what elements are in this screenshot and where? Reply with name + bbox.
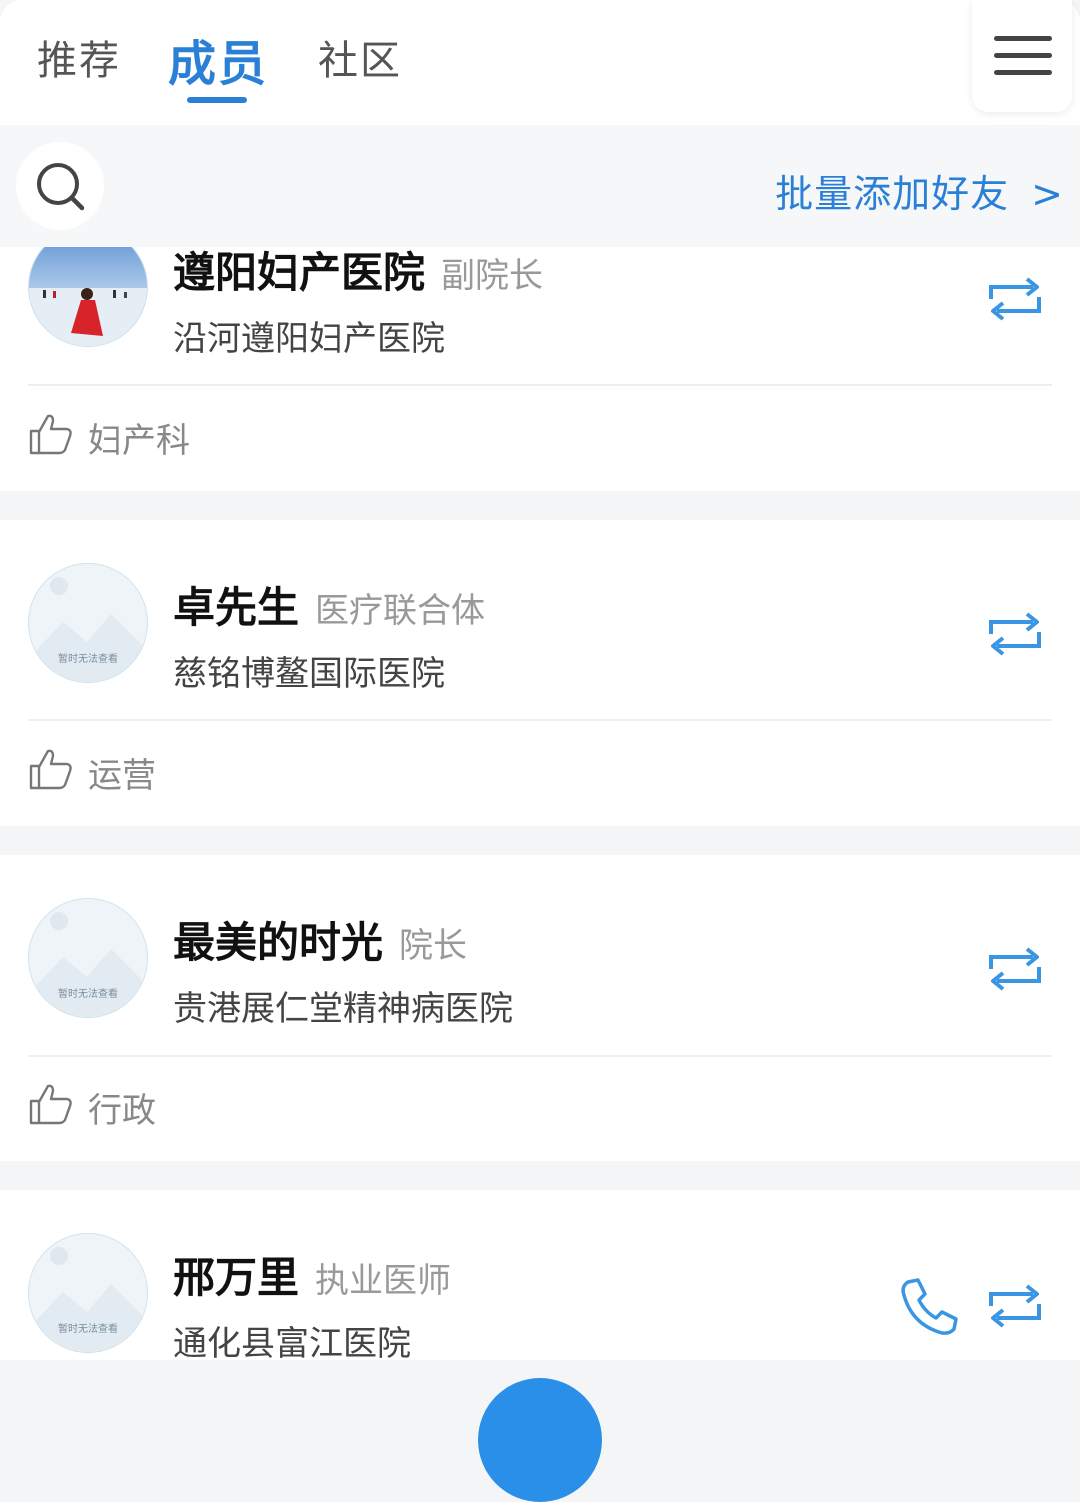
member-dept: 行政 <box>88 1091 156 1131</box>
divider <box>28 719 1052 721</box>
thumbs-up-icon <box>29 749 72 790</box>
top-tab-bar: 推荐 成员 社区 <box>0 0 1080 125</box>
tab-community[interactable]: 社区 <box>318 28 402 86</box>
member-name: 卓先生 医疗联合体 <box>173 574 485 635</box>
member-card[interactable]: 暂时无法查看 卓先生 医疗联合体 慈铭博鳌国际医院 运营 <box>0 520 1080 826</box>
member-role: 医疗联合体 <box>315 591 486 631</box>
chevron-right-icon: > <box>1031 172 1064 216</box>
member-dept: 运营 <box>88 756 156 796</box>
member-card[interactable]: 暂时无法查看 邢万里 执业医师 通化县富江医院 <box>0 1190 1080 1360</box>
member-name: 邢万里 执业医师 <box>173 1244 451 1305</box>
divider <box>28 1055 1052 1057</box>
avatar-placeholder-text: 暂时无法查看 <box>58 1324 118 1335</box>
member-card[interactable]: 暂时无法查看 最美的时光 院长 贵港展仁堂精神病医院 行政 <box>0 855 1080 1161</box>
transfer-icon[interactable] <box>985 604 1045 664</box>
tab-recommend[interactable]: 推荐 <box>37 28 121 86</box>
avatar-photo <box>29 247 147 346</box>
phone-icon[interactable] <box>898 1276 960 1338</box>
divider <box>28 384 1052 386</box>
batch-add-friends-link[interactable]: 批量添加好友 > <box>775 163 1064 218</box>
member-name: 遵阳妇产医院 副院长 <box>173 247 543 300</box>
transfer-icon[interactable] <box>985 269 1045 329</box>
avatar-placeholder-text: 暂时无法查看 <box>58 654 118 665</box>
menu-button[interactable] <box>972 0 1072 112</box>
member-name-text: 卓先生 <box>173 583 300 632</box>
member-role: 执业医师 <box>315 1261 452 1301</box>
search-row: 批量添加好友 > <box>0 125 1080 247</box>
avatar[interactable] <box>28 247 148 347</box>
avatar-placeholder-text: 暂时无法查看 <box>58 989 118 1000</box>
member-org: 贵港展仁堂精神病医院 <box>173 989 513 1029</box>
floating-action-button[interactable] <box>478 1378 602 1502</box>
member-name: 最美的时光 院长 <box>173 909 467 970</box>
member-card[interactable]: 遵阳妇产医院 副院长 沿河遵阳妇产医院 妇产科 <box>0 247 1080 491</box>
thumbs-up-icon <box>29 414 72 455</box>
member-role: 院长 <box>399 926 468 966</box>
batch-add-label: 批量添加好友 <box>775 172 1010 216</box>
member-dept: 妇产科 <box>88 421 190 461</box>
search-icon <box>37 163 85 211</box>
thumbs-up-icon <box>29 1084 72 1125</box>
transfer-icon[interactable] <box>985 1276 1045 1336</box>
member-org: 慈铭博鳌国际医院 <box>173 654 445 694</box>
tab-members[interactable]: 成员 <box>168 24 268 94</box>
avatar[interactable]: 暂时无法查看 <box>28 898 148 1018</box>
member-org: 通化县富江医院 <box>173 1324 411 1360</box>
member-role: 副院长 <box>441 256 544 296</box>
member-name-text: 遵阳妇产医院 <box>173 248 426 297</box>
search-button[interactable] <box>16 142 104 230</box>
member-org: 沿河遵阳妇产医院 <box>173 319 445 359</box>
avatar[interactable]: 暂时无法查看 <box>28 563 148 683</box>
member-name-text: 邢万里 <box>173 1253 300 1302</box>
member-name-text: 最美的时光 <box>173 918 384 967</box>
active-tab-indicator <box>187 97 247 103</box>
avatar[interactable]: 暂时无法查看 <box>28 1233 148 1353</box>
transfer-icon[interactable] <box>985 939 1045 999</box>
